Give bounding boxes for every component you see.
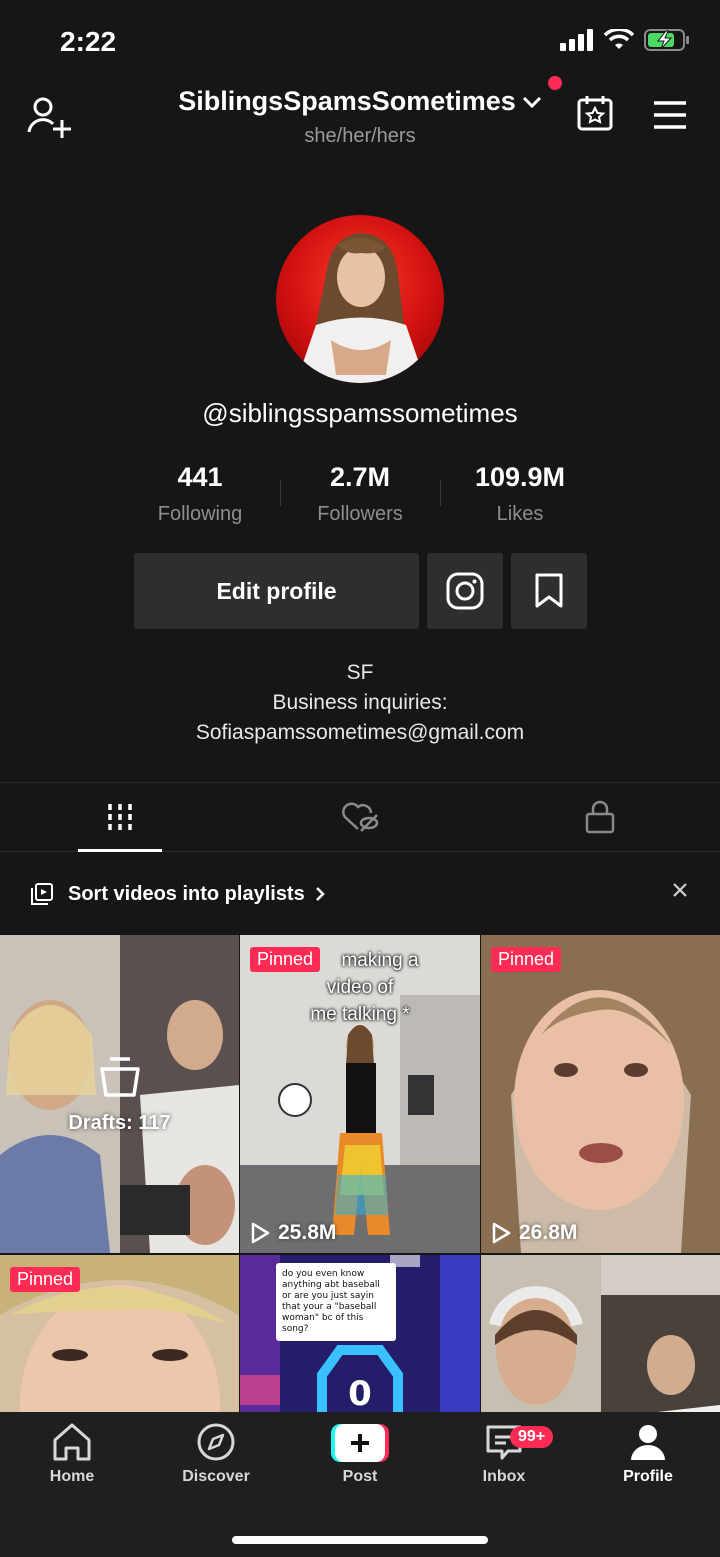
chevron-right-icon (315, 887, 325, 901)
calendar-star-icon[interactable] (576, 94, 614, 132)
pinned-badge: Pinned (10, 1267, 81, 1292)
signal-icon (560, 29, 593, 51)
stat-value: 109.9M (474, 462, 566, 492)
svg-text:0: 0 (348, 1374, 372, 1414)
edit-profile-button[interactable]: Edit profile (134, 553, 419, 629)
caption-line: me talking * (310, 1004, 410, 1025)
instagram-button[interactable] (427, 553, 503, 629)
bio-line: Sofiaspamssometimes@gmail.com (195, 721, 525, 744)
videos-grid-icon (108, 804, 132, 830)
bio-line: Business inquiries: (272, 691, 448, 714)
profile-stats: 441 Following 2.7M Followers 109.9M Like… (120, 462, 600, 526)
profile-tabs (0, 782, 720, 852)
playlist-icon (31, 883, 53, 905)
status-icons (560, 28, 690, 52)
notification-dot (548, 76, 562, 90)
nav-profile[interactable]: Profile (576, 1422, 720, 1507)
profile-handle: @siblingsspamssometimes (202, 398, 518, 428)
profile-bio: SF Business inquiries: Sofiaspamssometim… (0, 658, 720, 748)
stat-followers[interactable]: 2.7M Followers (280, 462, 440, 526)
favorites-button[interactable] (511, 553, 587, 629)
view-count: 26.8M (491, 1221, 577, 1245)
nav-inbox[interactable]: Inbox 99+ (432, 1422, 576, 1507)
drafts-icon (99, 1057, 140, 1097)
stat-value: 441 (177, 462, 223, 492)
video-tile[interactable]: Pinned 26.8M (481, 935, 720, 1253)
video-tile[interactable]: Pinned making a video of me talking * 25… (240, 935, 480, 1253)
close-icon[interactable] (672, 882, 688, 898)
nav-label: Post (342, 1468, 378, 1485)
drafts-overlay: Drafts: 117 (0, 1055, 239, 1135)
nav-discover[interactable]: Discover (144, 1422, 288, 1507)
nav-label: Inbox (482, 1468, 526, 1485)
avatar-photo (296, 233, 426, 383)
bookmark-icon (535, 573, 563, 608)
stat-value: 2.7M (329, 462, 391, 492)
inbox-badge: 99+ (510, 1426, 554, 1448)
play-icon (251, 1222, 270, 1244)
bio-line: SF (346, 661, 374, 684)
status-time: 2:22 (60, 26, 117, 57)
wifi-icon (604, 29, 634, 49)
reply-comment-card: do you even know anything abt baseball o… (276, 1263, 396, 1341)
play-icon (492, 1222, 511, 1244)
video-thumbnail (481, 935, 720, 1253)
header-username: SiblingsSpamsSometimes (178, 86, 516, 116)
menu-icon[interactable] (652, 100, 688, 130)
stat-following[interactable]: 441 Following (120, 462, 280, 526)
tab-active-underline (78, 849, 162, 852)
status-bar: 2:22 (0, 0, 720, 80)
caption-line: making a (341, 950, 419, 971)
stat-divider (440, 480, 441, 506)
nav-label: Discover (182, 1468, 250, 1485)
liked-hidden-icon (342, 802, 379, 832)
playlist-banner[interactable]: Sort videos into playlists (0, 860, 720, 928)
instagram-icon (446, 572, 484, 610)
playlist-banner-text: Sort videos into playlists (68, 882, 305, 905)
view-count: 25.8M (250, 1221, 336, 1245)
nav-label: Profile (623, 1468, 673, 1485)
drafts-tile[interactable]: Drafts: 117 (0, 935, 239, 1253)
drafts-count: Drafts: 117 (68, 1112, 171, 1134)
compass-icon (197, 1423, 235, 1461)
avatar[interactable] (276, 215, 444, 383)
profile-actions: Edit profile (134, 553, 587, 629)
lock-icon (585, 800, 615, 834)
nav-label: Home (49, 1468, 95, 1485)
caption-line: video of (326, 977, 394, 998)
video-caption: making a video of me talking * (240, 947, 480, 1028)
view-count-value: 25.8M (278, 1221, 337, 1244)
nav-home[interactable]: Home (0, 1422, 144, 1507)
stat-label: Followers (317, 503, 403, 525)
stat-label: Following (157, 503, 243, 525)
chevron-down-icon (522, 96, 541, 108)
tab-private[interactable] (480, 783, 720, 851)
home-indicator[interactable] (232, 1536, 488, 1544)
home-icon (53, 1423, 91, 1461)
pinned-badge: Pinned (491, 947, 562, 972)
tab-liked[interactable] (240, 783, 480, 851)
profile-icon (631, 1425, 665, 1460)
tab-videos[interactable] (0, 783, 240, 852)
battery-charging-icon (644, 29, 689, 51)
view-count-value: 26.8M (519, 1221, 578, 1244)
nav-post[interactable]: Post (288, 1422, 432, 1507)
stat-likes[interactable]: 109.9M Likes (440, 462, 600, 526)
stat-divider (280, 480, 281, 506)
post-plus-icon (331, 1424, 389, 1462)
profile-header: SiblingsSpamsSometimes she/her/hers (0, 76, 720, 160)
stat-label: Likes (496, 503, 544, 525)
